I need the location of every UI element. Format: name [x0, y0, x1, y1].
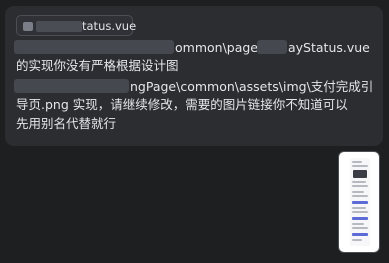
redacted-path-part [14, 79, 129, 93]
chat-area: tatus.vue ommon\page\ ayStatus.vue 的实现你没… [0, 0, 389, 263]
file-icon [23, 22, 33, 31]
redacted-path-part [257, 40, 287, 54]
thumbnail-preview [350, 158, 370, 246]
attached-file-chip[interactable]: tatus.vue [16, 15, 137, 36]
attached-image-thumbnail[interactable] [338, 151, 380, 253]
message-line-1a: ommon\page\ [175, 40, 263, 55]
message-line-2: 的实现你没有严格根据设计图 [16, 58, 179, 73]
message-line-1b: ayStatus.vue [288, 40, 370, 55]
redacted-path-part [14, 40, 174, 54]
user-message-bubble: tatus.vue ommon\page\ ayStatus.vue 的实现你没… [5, 6, 383, 146]
message-line-4: 导页.png 实现，请继续修改，需要的图片链接你不知道可以 [16, 97, 348, 112]
attached-file-name: tatus.vue [82, 19, 137, 33]
redacted-filename-part [36, 21, 82, 32]
message-line-5: 先用别名代替就行 [16, 116, 117, 131]
message-line-3: ngPage\common\assets\img\支付完成引 [130, 79, 374, 94]
